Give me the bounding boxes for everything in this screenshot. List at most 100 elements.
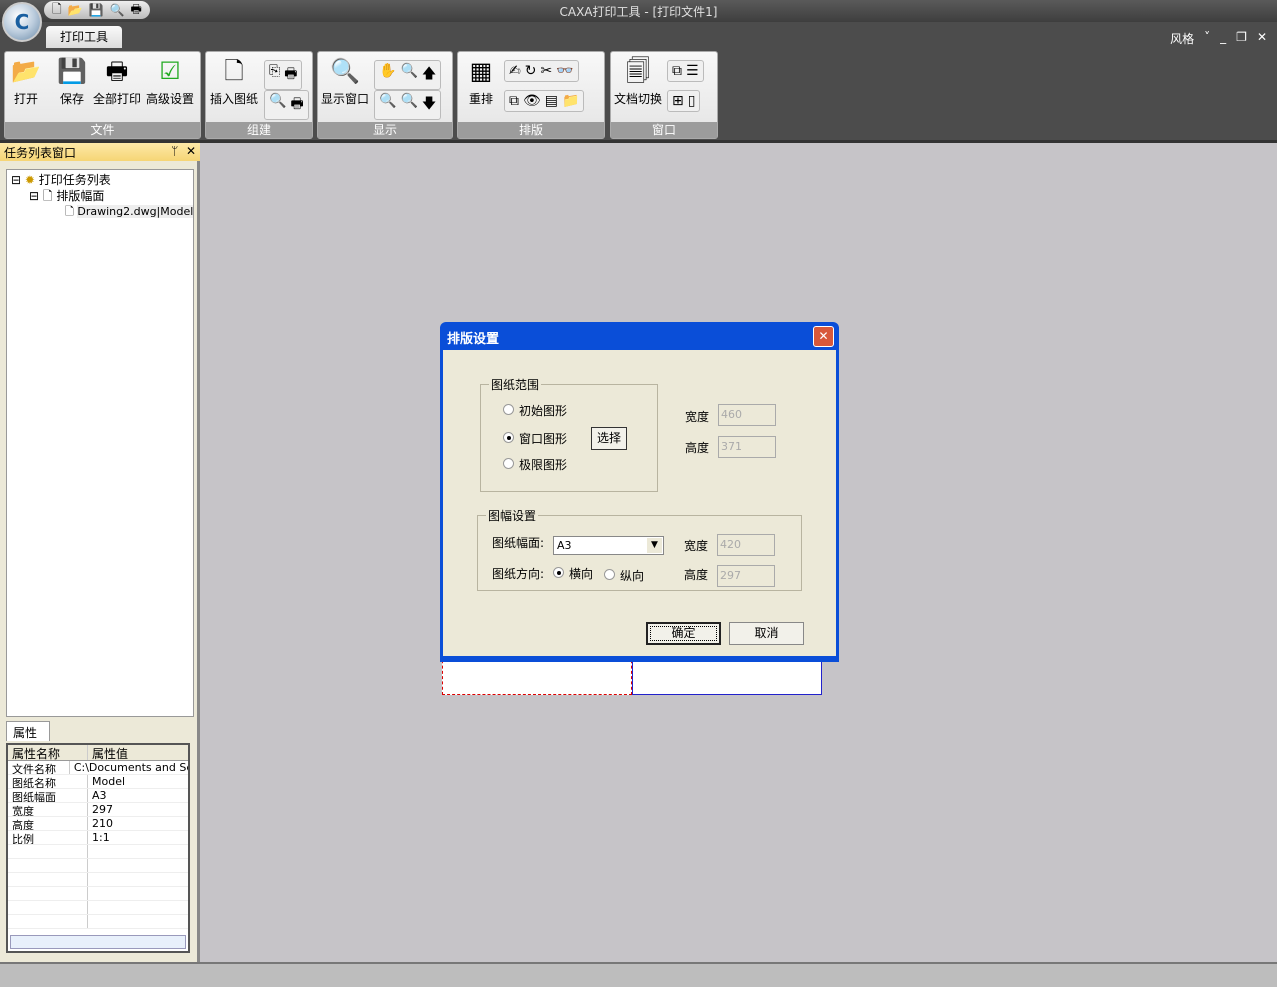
scissors-icon[interactable]: ✂ [540, 63, 552, 79]
group-layout: ▦ 重排 ✍ ↻ ✂ 👓 ⧉ 👁 ▤ 📁 排版 [457, 51, 605, 139]
label: 初始图形 [519, 404, 568, 418]
overlap-icon[interactable]: ⧉ [509, 93, 519, 109]
range-width-field[interactable]: 460 [718, 404, 776, 426]
rearrange-button[interactable]: ▦ 重排 [466, 56, 496, 107]
group-file: 📂 打开 💾 保存 🖶 全部打印 ☑ 高级设置 文件 [4, 51, 201, 139]
page-icon[interactable]: ▤ [545, 93, 558, 109]
property-name: 宽度 [8, 803, 88, 816]
layout-tools-top: ✍ ↻ ✂ 👓 [504, 60, 579, 82]
zoom-all-icon[interactable]: 🔍 [400, 93, 417, 117]
close-icon[interactable]: ✕ [186, 144, 196, 158]
insert-sheet-button[interactable]: 🗋 插入图纸 [210, 56, 258, 107]
cascade-icon[interactable]: ⧉ [672, 63, 682, 79]
group-window: 🗐 文档切换 ⧉ ☰ ⊞ ▯ 窗口 [610, 51, 718, 139]
collapse-icon[interactable]: ⊟ [11, 173, 21, 187]
magnifier-icon: 🔍 [330, 57, 360, 85]
sheet-width-field[interactable]: 420 [717, 534, 775, 556]
new-icon[interactable]: 🗋 [52, 0, 62, 21]
gear-icon: ✹ [24, 173, 35, 187]
minimize-icon[interactable]: _ [1220, 30, 1226, 47]
collapse-icon[interactable]: ⊟ [29, 189, 39, 203]
save-icon[interactable]: 💾 [89, 3, 104, 17]
property-name: 比例 [8, 831, 88, 844]
glasses-icon[interactable]: 👓 [556, 63, 573, 79]
zoom-window-icon[interactable]: 🔍 [379, 93, 396, 117]
build-tools-top: ⎘ 🖶 [264, 60, 303, 90]
tree-node-drawing[interactable]: 🗋 Drawing2.dwg|Model [65, 203, 194, 222]
group-title: 图纸范围 [491, 378, 540, 392]
tree-node-root[interactable]: ⊟ ✹ 打印任务列表 [11, 171, 111, 188]
property-row[interactable]: 图纸幅面 A3 [8, 789, 188, 803]
select-button[interactable]: 选择 [591, 427, 627, 450]
group-build: 🗋 插入图纸 ⎘ 🖶 🔍 🖶 组建 [205, 51, 313, 139]
printer-icon: 🖶 [105, 57, 129, 85]
style-menu-label[interactable]: 风格 [1170, 30, 1194, 47]
property-value: Model [92, 775, 126, 788]
grid-icon: ▦ [469, 57, 493, 85]
property-value: 297 [92, 803, 113, 816]
status-bar [0, 962, 1277, 987]
ok-button[interactable]: 确定 [646, 622, 721, 645]
tab-print-tools[interactable]: 打印工具 [46, 26, 122, 48]
tile-grid-icon[interactable]: ⊞ [672, 93, 684, 109]
folder-add-icon[interactable]: 📁 [562, 93, 579, 109]
document-switch-button[interactable]: 🗐 文档切换 [614, 56, 662, 107]
tile-vertical-icon[interactable]: ▯ [688, 93, 696, 109]
app-menu-button[interactable]: C [2, 2, 42, 42]
layout-tools-bottom: ⧉ 👁 ▤ 📁 [504, 90, 585, 112]
arrow-up-icon[interactable]: 🡅 [422, 63, 436, 87]
radio-initial[interactable] [503, 404, 514, 415]
label: 横向 [569, 567, 594, 581]
tile-horizontal-icon[interactable]: ☰ [686, 63, 699, 79]
horizontal-scrollbar[interactable] [10, 935, 186, 949]
zoom-icon[interactable]: 🔍 [400, 63, 417, 87]
radio-portrait[interactable] [604, 569, 615, 580]
label: 排版幅面 [56, 189, 105, 203]
pin-icon[interactable]: ᛘ [171, 144, 178, 158]
page-icon: 🗋 [65, 205, 74, 218]
pan-icon[interactable]: ✋ [379, 63, 396, 87]
print-icon[interactable]: 🖶 [131, 0, 142, 21]
property-row[interactable]: 高度 210 [8, 817, 188, 831]
restore-icon[interactable]: ❐ [1236, 30, 1247, 47]
open-icon[interactable]: 📂 [68, 3, 83, 17]
chevron-down-icon[interactable]: ˅ [1204, 30, 1210, 47]
dropdown-arrow-icon[interactable]: ▼ [647, 538, 662, 553]
close-icon[interactable]: ✕ [1257, 30, 1267, 47]
open-button[interactable]: 📂 打开 [11, 56, 41, 107]
print-all-button[interactable]: 🖶 全部打印 [93, 56, 141, 107]
display-window-button[interactable]: 🔍 显示窗口 [321, 56, 369, 107]
copy-icon[interactable]: ⎘ [269, 63, 280, 87]
build-tools-bottom: 🔍 🖶 [264, 90, 309, 120]
advanced-settings-button[interactable]: ☑ 高级设置 [146, 56, 194, 107]
style-menu[interactable]: 风格 ˅ _ ❐ ✕ [1170, 30, 1267, 47]
panel-header: 任务列表窗口 ᛘ ✕ [0, 143, 200, 161]
property-row[interactable]: 文件名称C:\Documents and Settings [8, 761, 188, 775]
preview-icon[interactable]: 🔍 [110, 3, 125, 17]
sheet-height-field[interactable]: 297 [717, 565, 775, 587]
cancel-button[interactable]: 取消 [729, 622, 804, 645]
range-height-field[interactable]: 371 [718, 436, 776, 458]
move-icon[interactable]: ✍ [509, 63, 521, 79]
save-button[interactable]: 💾 保存 [57, 56, 87, 107]
sheet-size-select[interactable]: A3 ▼ [553, 536, 664, 555]
radio-limits[interactable] [503, 458, 514, 469]
printer-icon[interactable]: 🖶 [290, 93, 303, 117]
label: 显示窗口 [321, 92, 370, 106]
eye-icon[interactable]: 👁 [523, 93, 541, 109]
arrow-down-icon[interactable]: 🡇 [422, 93, 436, 117]
tab-properties[interactable]: 属性 [6, 721, 50, 741]
group-title: 图幅设置 [488, 509, 537, 523]
property-row[interactable]: 图纸名称 Model [8, 775, 188, 789]
label: 高度 [685, 441, 710, 455]
dialog-close-button[interactable]: ✕ [813, 326, 834, 347]
rotate-icon[interactable]: ↻ [525, 63, 537, 79]
property-row[interactable]: 宽度 297 [8, 803, 188, 817]
radio-landscape[interactable] [553, 567, 564, 578]
group-label: 显示 [318, 122, 452, 138]
radio-window[interactable] [503, 432, 514, 443]
label: 插入图纸 [210, 92, 259, 106]
property-row[interactable]: 比例 1:1 [8, 831, 188, 845]
print-sheet-icon[interactable]: 🖶 [284, 63, 297, 87]
preview-icon[interactable]: 🔍 [269, 93, 286, 117]
